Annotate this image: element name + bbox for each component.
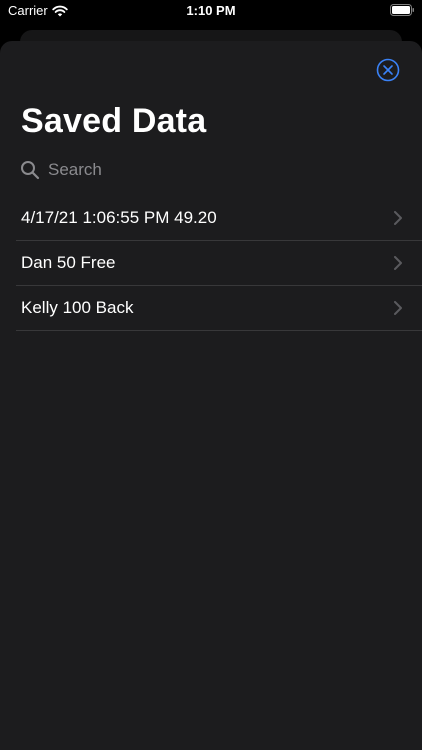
status-time: 1:10 PM — [186, 3, 236, 18]
search-bar[interactable] — [16, 155, 406, 185]
list-item[interactable]: 4/17/21 1:06:55 PM 49.20 — [16, 196, 422, 241]
list-item-label: Kelly 100 Back — [21, 298, 134, 317]
saved-data-list: 4/17/21 1:06:55 PM 49.20 Dan 50 Free Kel… — [0, 196, 422, 331]
chevron-right-icon — [394, 256, 402, 270]
saved-data-sheet: Saved Data 4/17/21 1:06:55 PM 49.20 Dan … — [0, 41, 422, 750]
chevron-right-icon — [394, 211, 402, 225]
search-icon — [21, 161, 40, 180]
list-item-label: 4/17/21 1:06:55 PM 49.20 — [21, 208, 217, 227]
search-input[interactable] — [48, 160, 368, 180]
status-bar: Carrier 1:10 PM — [0, 0, 422, 24]
screen: Carrier 1:10 PM Saved Data Search 4/17/2… — [0, 0, 422, 750]
list-item-label: Dan 50 Free — [21, 253, 116, 272]
battery-icon — [390, 4, 414, 16]
close-icon[interactable] — [376, 58, 400, 82]
chevron-right-icon — [394, 301, 402, 315]
page-title: Saved Data — [21, 102, 207, 140]
list-item[interactable]: Dan 50 Free — [16, 241, 422, 286]
list-item[interactable]: Kelly 100 Back — [16, 286, 422, 331]
